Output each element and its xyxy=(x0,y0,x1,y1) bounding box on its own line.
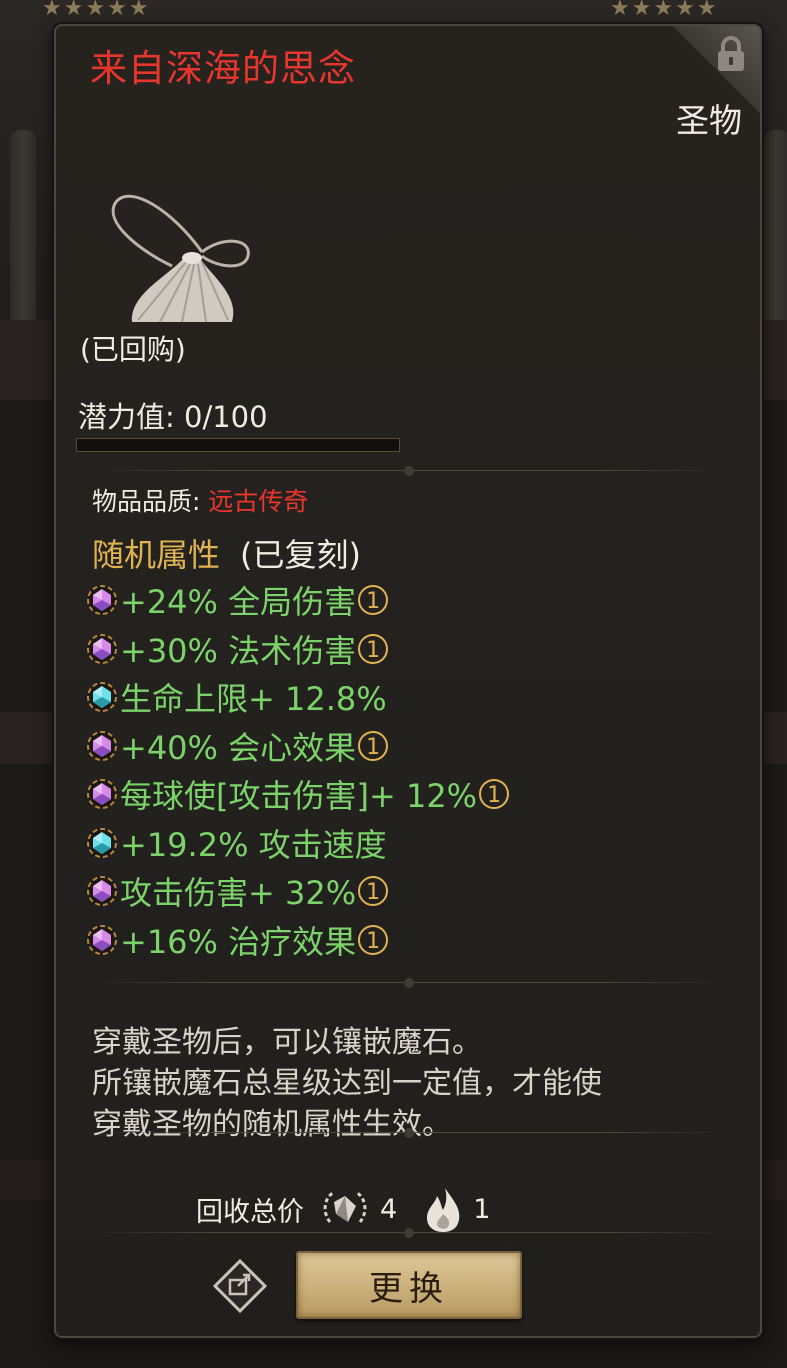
purple-gem-icon xyxy=(87,779,117,810)
potential-bar xyxy=(76,438,400,452)
attribute-row: 攻击伤害+ 32% 1 xyxy=(86,867,509,916)
attribute-text: +40% 会心效果 xyxy=(120,728,357,767)
recycle-amount: 4 xyxy=(380,1193,398,1225)
info-note-icon[interactable]: 1 xyxy=(358,730,389,761)
info-note-icon[interactable]: 1 xyxy=(358,585,389,616)
info-note-icon[interactable]: 1 xyxy=(358,924,389,955)
potential-row: 潜力值: 0/100 xyxy=(78,394,268,436)
quality-value: 远古传奇 xyxy=(208,487,309,516)
description-line: 所镶嵌魔石总星级达到一定值，才能使 xyxy=(92,1066,602,1101)
recycle-label: 回收总价 xyxy=(196,1196,304,1228)
item-detail-panel: 来自深海的思念 圣物 (已回购) 潜力值: 0/100 物品品质: 远古传奇 随… xyxy=(54,24,762,1338)
recycle-amount: 1 xyxy=(473,1193,491,1225)
attribute-row: +16% 治疗效果 1 xyxy=(86,916,509,965)
attribute-row: +30% 法术伤害 1 xyxy=(86,625,509,674)
info-note-icon[interactable]: 1 xyxy=(479,779,510,810)
attribute-text: 攻击伤害+ 32% xyxy=(120,874,357,913)
potential-label: 潜力值: xyxy=(78,400,175,434)
item-category: 圣物 xyxy=(676,101,742,140)
random-attributes-status: (已复刻) xyxy=(240,536,361,574)
cyan-gem-icon xyxy=(87,827,117,858)
quality-row: 物品品质: 远古传奇 xyxy=(92,482,308,518)
attribute-row: 每球使[攻击伤害]+ 12% 1 xyxy=(86,770,510,819)
purple-gem-icon xyxy=(87,924,117,955)
background-stars-right: ★★★★★ xyxy=(610,0,719,21)
divider xyxy=(90,976,728,990)
shell-pouch-icon xyxy=(111,194,250,323)
purple-gem-icon xyxy=(87,876,117,907)
background-pillar xyxy=(10,130,36,330)
attribute-text: 每球使[攻击伤害]+ 12% xyxy=(120,777,478,816)
divider xyxy=(90,1126,728,1140)
attribute-row: 生命上限+ 12.8% xyxy=(86,673,509,722)
attribute-text: +19.2% 攻击速度 xyxy=(120,825,387,864)
divider xyxy=(90,1226,728,1240)
purple-gem-icon xyxy=(87,585,117,616)
attribute-list: +24% 全局伤害 1 +30% 法术伤害 1 生命上限+ 12.8% +40% 会心效果… xyxy=(86,576,510,965)
lock-icon[interactable] xyxy=(714,34,748,74)
background-stars-left: ★★★★★ xyxy=(42,0,151,21)
info-note-icon[interactable]: 1 xyxy=(358,633,389,664)
purple-gem-icon xyxy=(87,730,117,761)
replace-button[interactable]: 更换 xyxy=(296,1251,522,1319)
background-pillar xyxy=(764,130,787,330)
random-attributes-header: 随机属性 (已复刻) xyxy=(92,530,361,576)
potential-value: 0/100 xyxy=(184,400,268,434)
attribute-text: +24% 全局伤害 xyxy=(120,583,357,622)
buyback-status: (已回购) xyxy=(80,333,186,366)
attribute-row: +19.2% 攻击速度 xyxy=(86,819,509,868)
quality-label: 物品品质: xyxy=(92,487,201,516)
attribute-row: +40% 会心效果 1 xyxy=(86,722,509,771)
attribute-text: 生命上限+ 12.8% xyxy=(120,680,387,719)
purple-gem-icon xyxy=(87,633,117,664)
share-button[interactable] xyxy=(212,1258,268,1314)
cyan-gem-icon xyxy=(87,682,117,713)
random-attributes-label: 随机属性 xyxy=(92,536,221,574)
attribute-text: +30% 法术伤害 xyxy=(120,631,357,670)
attribute-row: +24% 全局伤害 1 xyxy=(86,576,509,625)
info-note-icon[interactable]: 1 xyxy=(358,876,389,907)
divider xyxy=(90,464,728,478)
description-line: 穿戴圣物后，可以镶嵌魔石。 xyxy=(92,1025,482,1060)
attribute-text: +16% 治疗效果 xyxy=(120,922,357,961)
item-name: 来自深海的思念 xyxy=(90,47,356,90)
